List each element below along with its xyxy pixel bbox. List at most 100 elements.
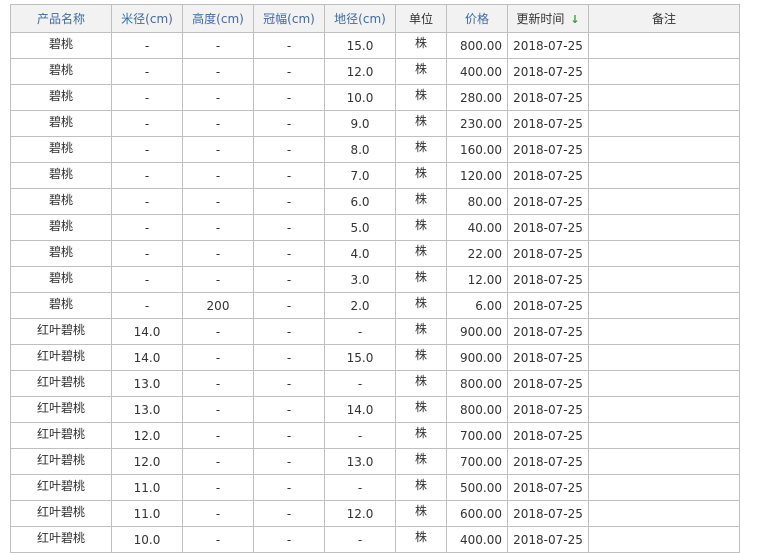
cell-name: 碧桃 <box>10 292 112 319</box>
price-table: 产品名称 米径(cm) 高度(cm) 冠幅(cm) 地径(cm) 单位 价格 更… <box>10 4 740 553</box>
cell-updated: 2018-07-25 <box>507 344 589 371</box>
cell-updated: 2018-07-25 <box>507 474 589 501</box>
cell-ground: - <box>324 370 396 397</box>
cell-unit: 株 <box>395 292 447 319</box>
column-header-diameter[interactable]: 米径(cm) <box>111 4 183 33</box>
cell-unit: 株 <box>395 84 447 111</box>
cell-height: - <box>182 500 254 527</box>
cell-remark <box>588 318 740 345</box>
cell-updated: 2018-07-25 <box>507 500 589 527</box>
cell-crown: - <box>253 448 325 475</box>
cell-height: - <box>182 240 254 267</box>
cell-unit: 株 <box>395 500 447 527</box>
cell-remark <box>588 396 740 423</box>
cell-diameter: - <box>111 162 183 189</box>
cell-unit: 株 <box>395 240 447 267</box>
column-header-unit: 单位 <box>395 4 447 33</box>
column-header-updated[interactable]: 更新时间 ↓ <box>507 4 589 33</box>
cell-remark <box>588 162 740 189</box>
cell-price: 120.00 <box>446 162 508 189</box>
cell-unit: 株 <box>395 214 447 241</box>
cell-updated: 2018-07-25 <box>507 58 589 85</box>
column-header-price[interactable]: 价格 <box>446 4 508 33</box>
table-row: 碧桃 - - -9.0 株 230.00 2018-07-25 <box>10 110 740 137</box>
cell-remark <box>588 474 740 501</box>
cell-price: 600.00 <box>446 500 508 527</box>
cell-ground: 10.0 <box>324 84 396 111</box>
cell-name: 碧桃 <box>10 266 112 293</box>
table-row: 碧桃 - - -7.0 株 120.00 2018-07-25 <box>10 162 740 189</box>
cell-ground: 2.0 <box>324 292 396 319</box>
cell-price: 400.00 <box>446 58 508 85</box>
cell-unit: 株 <box>395 188 447 215</box>
cell-ground: - <box>324 474 396 501</box>
cell-ground: 7.0 <box>324 162 396 189</box>
cell-name: 红叶碧桃 <box>10 344 112 371</box>
table-row: 红叶碧桃 11.0- -12.0 株 600.00 2018-07-25 <box>10 500 740 527</box>
cell-price: 700.00 <box>446 448 508 475</box>
cell-remark <box>588 136 740 163</box>
cell-diameter: 12.0 <box>111 422 183 449</box>
table-row: 红叶碧桃 13.0- -14.0 株 800.00 2018-07-25 <box>10 396 740 423</box>
cell-name: 红叶碧桃 <box>10 370 112 397</box>
cell-name: 红叶碧桃 <box>10 318 112 345</box>
column-header-crown[interactable]: 冠幅(cm) <box>253 4 325 33</box>
cell-ground: - <box>324 422 396 449</box>
cell-unit: 株 <box>395 318 447 345</box>
column-header-name[interactable]: 产品名称 <box>10 4 112 33</box>
cell-updated: 2018-07-25 <box>507 318 589 345</box>
cell-crown: - <box>253 32 325 59</box>
cell-unit: 株 <box>395 474 447 501</box>
table-row: 碧桃 - - -5.0 株 40.00 2018-07-25 <box>10 214 740 241</box>
cell-remark <box>588 500 740 527</box>
cell-ground: - <box>324 526 396 553</box>
cell-unit: 株 <box>395 422 447 449</box>
cell-crown: - <box>253 214 325 241</box>
cell-diameter: 14.0 <box>111 344 183 371</box>
cell-diameter: 13.0 <box>111 396 183 423</box>
cell-diameter: 10.0 <box>111 526 183 553</box>
cell-name: 红叶碧桃 <box>10 526 112 553</box>
table-row: 碧桃 - - -3.0 株 12.00 2018-07-25 <box>10 266 740 293</box>
cell-updated: 2018-07-25 <box>507 32 589 59</box>
table-row: 碧桃 - - -4.0 株 22.00 2018-07-25 <box>10 240 740 267</box>
cell-updated: 2018-07-25 <box>507 292 589 319</box>
table-row: 红叶碧桃 12.0- -13.0 株 700.00 2018-07-25 <box>10 448 740 475</box>
header-row: 产品名称 米径(cm) 高度(cm) 冠幅(cm) 地径(cm) 单位 价格 更… <box>10 4 740 33</box>
cell-diameter: 14.0 <box>111 318 183 345</box>
cell-remark <box>588 448 740 475</box>
table-row: 红叶碧桃 12.0- - - 株 700.00 2018-07-25 <box>10 422 740 449</box>
cell-unit: 株 <box>395 136 447 163</box>
cell-name: 碧桃 <box>10 188 112 215</box>
cell-diameter: 13.0 <box>111 370 183 397</box>
cell-updated: 2018-07-25 <box>507 240 589 267</box>
cell-name: 红叶碧桃 <box>10 500 112 527</box>
cell-height: - <box>182 474 254 501</box>
cell-crown: - <box>253 474 325 501</box>
table-row: 碧桃 - - -15.0 株 800.00 2018-07-25 <box>10 32 740 59</box>
cell-remark <box>588 84 740 111</box>
cell-price: 80.00 <box>446 188 508 215</box>
cell-remark <box>588 32 740 59</box>
cell-price: 230.00 <box>446 110 508 137</box>
cell-name: 碧桃 <box>10 162 112 189</box>
column-header-height[interactable]: 高度(cm) <box>182 4 254 33</box>
cell-diameter: - <box>111 214 183 241</box>
cell-remark <box>588 110 740 137</box>
cell-unit: 株 <box>395 344 447 371</box>
cell-diameter: - <box>111 266 183 293</box>
cell-height: - <box>182 344 254 371</box>
cell-diameter: - <box>111 292 183 319</box>
table-row: 碧桃 - - -8.0 株 160.00 2018-07-25 <box>10 136 740 163</box>
cell-unit: 株 <box>395 396 447 423</box>
cell-price: 900.00 <box>446 318 508 345</box>
table-row: 红叶碧桃 14.0- -15.0 株 900.00 2018-07-25 <box>10 344 740 371</box>
cell-remark <box>588 526 740 553</box>
cell-unit: 株 <box>395 110 447 137</box>
cell-height: - <box>182 526 254 553</box>
column-header-ground[interactable]: 地径(cm) <box>324 4 396 33</box>
cell-height: - <box>182 84 254 111</box>
cell-price: 40.00 <box>446 214 508 241</box>
cell-crown: - <box>253 396 325 423</box>
table-row: 红叶碧桃 10.0- - - 株 400.00 2018-07-25 <box>10 526 740 553</box>
